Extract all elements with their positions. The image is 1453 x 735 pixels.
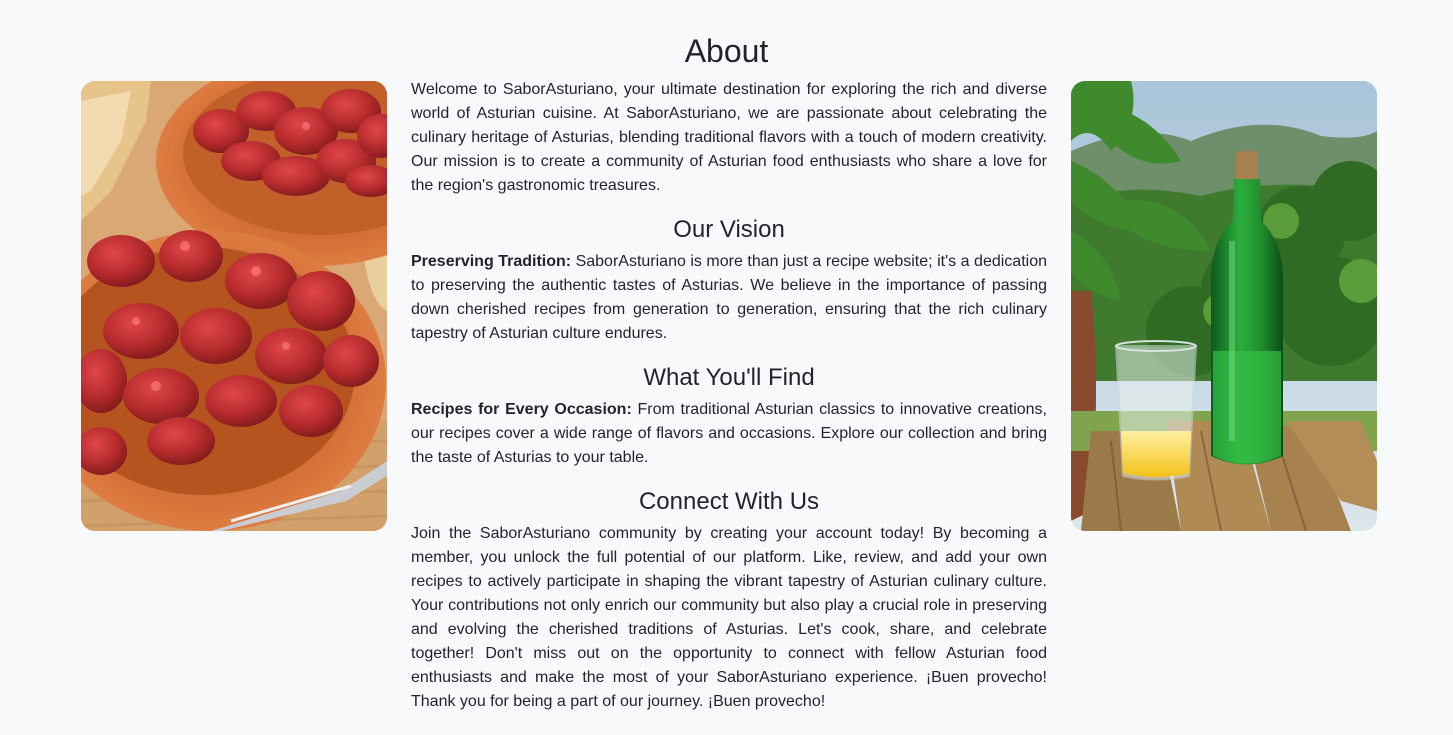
vision-heading: Our Vision: [673, 216, 785, 243]
connect-heading: Connect With Us: [638, 488, 820, 515]
cider-bottle-photo: [1071, 81, 1377, 531]
vision-paragraph: Preserving Tradition: SaborAsturiano is …: [411, 250, 1047, 346]
about-intro: Welcome to SaborAsturiano, your ultimate…: [411, 81, 1047, 194]
vision-lead: Preserving Tradition:: [411, 253, 572, 270]
chorizo-bowls-photo: [81, 81, 387, 531]
find-heading: What You'll Find: [643, 364, 815, 391]
page-title: About: [684, 33, 769, 69]
find-paragraph: Recipes for Every Occasion: From traditi…: [411, 398, 1047, 470]
connect-paragraph: Join the SaborAsturiano community by cre…: [411, 525, 1047, 710]
find-lead: Recipes for Every Occasion:: [411, 401, 632, 418]
about-content: Welcome to SaborAsturiano, your ultimate…: [411, 78, 1047, 714]
